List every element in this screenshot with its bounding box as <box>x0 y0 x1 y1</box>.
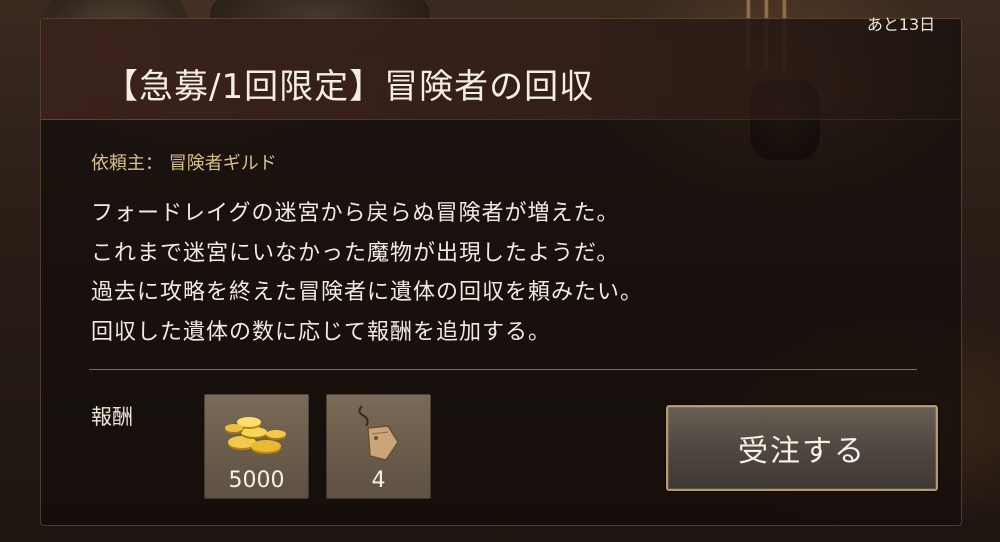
client-name: 冒険者ギルド <box>168 153 277 174</box>
quest-title: 【急募/1回限定】冒険者の回収 <box>104 67 595 107</box>
reward-count: 4 <box>371 468 386 493</box>
description-line: 過去に攻略を終えた冒険者に遺体の回収を頼みたい。 <box>91 280 644 305</box>
accept-button-label: 受注する <box>738 434 866 469</box>
days-left-badge: あと13日 <box>866 15 936 34</box>
gold-coins-icon <box>204 398 309 466</box>
header-divider <box>41 119 961 120</box>
accept-quest-button[interactable]: 受注する <box>666 405 938 491</box>
client-label: 依頼主： <box>91 153 163 174</box>
quest-description: フォードレイグの迷宮から戻らぬ冒険者が増えた。 これまで迷宮にいなかった魔物が出… <box>91 194 911 352</box>
reward-item-gold[interactable]: 5000 <box>204 394 309 499</box>
tag-pouch-icon <box>326 398 431 466</box>
client-row: 依頼主： 冒険者ギルド <box>91 149 277 175</box>
reward-item-tag[interactable]: 4 <box>326 394 431 499</box>
quest-panel: 【急募/1回限定】冒険者の回収 あと13日 依頼主： 冒険者ギルド フォードレイ… <box>40 15 962 526</box>
description-line: これまで迷宮にいなかった魔物が出現したようだ。 <box>91 240 620 266</box>
description-line: フォードレイグの迷宮から戻らぬ冒険者が増えた。 <box>91 201 620 226</box>
description-line: 回収した遺体の数に応じて報酬を追加する。 <box>91 319 552 345</box>
reward-label: 報酬 <box>91 405 133 429</box>
reward-divider <box>89 369 917 370</box>
reward-count: 5000 <box>228 468 285 493</box>
